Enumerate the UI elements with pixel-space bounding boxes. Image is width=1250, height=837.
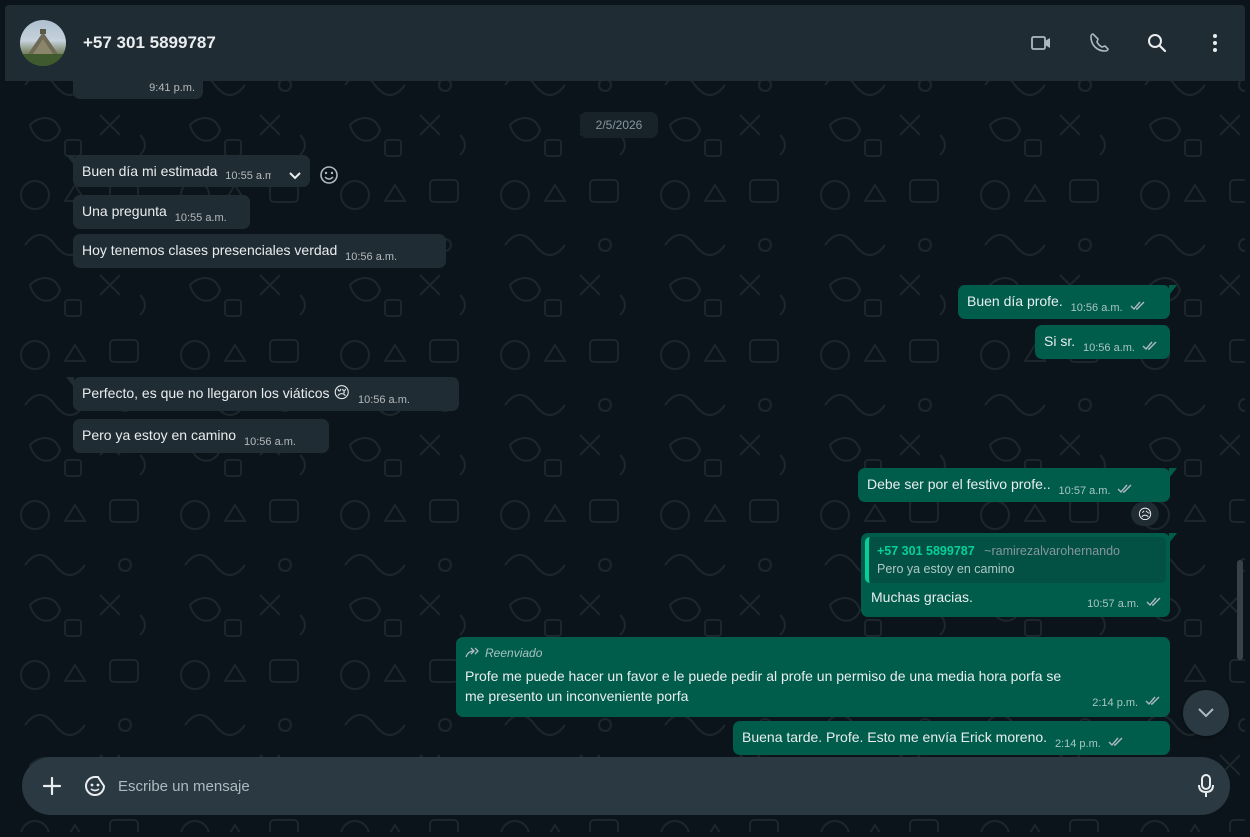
message-incoming[interactable]: Buen día mi estimada 10:55 a.m. <box>66 155 310 187</box>
message-text: Si sr. <box>1044 333 1076 349</box>
message-meta: 10:57 a.m. <box>1083 589 1162 611</box>
header-actions <box>1029 5 1227 81</box>
forwarded-label: Reenviado <box>465 643 1161 663</box>
avatar[interactable] <box>20 20 66 66</box>
message-text: Muchas gracias. <box>871 589 973 605</box>
message-time: 10:56 a.m. <box>357 394 410 406</box>
voice-call-icon[interactable] <box>1087 31 1111 55</box>
date-divider: 2/5/2026 <box>580 112 658 138</box>
scroll-to-bottom-button[interactable] <box>1183 690 1229 736</box>
message-text: Buena tarde. Profe. Esto me envía Erick … <box>742 729 1048 745</box>
quote-sender-username: ~ramirezalvarohernando <box>984 544 1120 558</box>
crying-emoji: 😢 <box>333 385 351 402</box>
message-time: 10:55 a.m. <box>174 212 227 224</box>
bubble-tail <box>66 155 74 165</box>
message-time: 10:56 a.m. <box>1083 342 1135 354</box>
message-text-line2: me presento un inconveniente porfa <box>465 688 689 704</box>
double-check-icon <box>1145 691 1161 711</box>
forward-icon <box>465 647 479 658</box>
message-outgoing[interactable]: Buen día profe. 10:56 a.m. <box>958 285 1177 319</box>
forwarded-text: Reenviado <box>485 646 543 660</box>
message-outgoing[interactable]: Si sr. 10:56 a.m. <box>1035 325 1170 359</box>
message-text: Pero ya estoy en camino <box>82 427 237 443</box>
message-time: 10:55 a.m. <box>225 170 272 182</box>
message-time: 9:41 p.m. <box>149 82 195 94</box>
reaction-badge[interactable]: 😥 <box>1131 502 1159 526</box>
double-check-icon <box>1117 479 1133 499</box>
message-outgoing-forwarded[interactable]: Reenviado Profe me puede hacer un favor … <box>456 637 1170 717</box>
chevron-down-icon[interactable] <box>288 166 302 186</box>
quote-text: Pero ya estoy en camino <box>877 562 1015 576</box>
message-incoming[interactable]: Hoy tenemos clases presenciales verdad 1… <box>73 234 446 268</box>
message-time: 2:14 p.m. <box>1092 697 1139 709</box>
plus-icon[interactable] <box>42 776 62 801</box>
message-incoming[interactable]: Perfecto, es que no llegaron los viático… <box>66 377 459 411</box>
message-time: 2:14 p.m. <box>1054 738 1101 750</box>
quote-header: +57 301 5899787 ~ramirezalvarohernando <box>877 542 1158 560</box>
double-check-icon <box>1142 336 1158 356</box>
menu-icon[interactable] <box>1203 31 1227 55</box>
reaction-emoji: 😥 <box>1137 505 1153 522</box>
message-incoming[interactable]: Pero ya estoy en camino 10:56 a.m. <box>73 419 329 453</box>
microphone-icon[interactable] <box>1196 773 1216 804</box>
bubble-tail <box>1169 285 1177 295</box>
message-time: 10:57 a.m. <box>1058 485 1111 497</box>
message-text: Debe ser por el festivo profe.. <box>867 476 1051 492</box>
message-meta: 2:14 p.m. <box>1088 691 1161 713</box>
message-time: 10:57 a.m. <box>1087 598 1140 610</box>
message-incoming[interactable]: Una pregunta 10:55 a.m. <box>73 195 250 229</box>
message-time: 10:56 a.m. <box>345 251 398 263</box>
double-check-icon <box>1130 296 1146 316</box>
message-text: Hoy tenemos clases presenciales verdad <box>82 242 338 258</box>
chat-window: +57 301 5899787 9:41 p.m. 2/5/2026 Buen … <box>5 5 1245 832</box>
message-time: 10:56 a.m. <box>243 436 296 448</box>
double-check-icon <box>1146 592 1162 612</box>
message-composer: Escribe un mensaje <box>22 757 1230 815</box>
message-text-line1: Profe me puede hacer un favor e le puede… <box>465 668 1062 684</box>
message-text: Una pregunta <box>82 203 167 219</box>
message-time: 10:56 a.m. <box>1070 302 1123 314</box>
bubble-tail <box>1169 468 1177 478</box>
message-text: Perfecto, es que no llegaron los viático… <box>82 385 330 401</box>
contact-name[interactable]: +57 301 5899787 <box>83 33 216 53</box>
message-text: Buen día mi estimada <box>82 163 218 179</box>
message-outgoing[interactable]: Buena tarde. Profe. Esto me envía Erick … <box>733 721 1170 755</box>
message-input[interactable]: Escribe un mensaje <box>118 778 250 795</box>
avatar-image <box>20 29 66 66</box>
scrollbar-thumb[interactable] <box>1237 560 1243 660</box>
video-call-icon[interactable] <box>1029 31 1053 55</box>
sticker-icon[interactable] <box>83 774 107 803</box>
message-text: Buen día profe. <box>967 293 1063 309</box>
smiley-icon[interactable] <box>319 165 339 190</box>
message-outgoing[interactable]: Debe ser por el festivo profe.. 10:57 a.… <box>858 468 1177 502</box>
double-check-icon <box>1108 732 1124 752</box>
quote-sender-number: +57 301 5899787 <box>877 544 975 558</box>
bubble-tail <box>1169 533 1177 543</box>
chat-header: +57 301 5899787 <box>5 5 1245 81</box>
chevron-down-icon <box>1198 708 1214 718</box>
quoted-message[interactable]: +57 301 5899787 ~ramirezalvarohernando P… <box>865 537 1166 583</box>
search-icon[interactable] <box>1145 31 1169 55</box>
message-outgoing-reply[interactable]: +57 301 5899787 ~ramirezalvarohernando P… <box>861 533 1177 617</box>
reply-body: Muchas gracias. 10:57 a.m. <box>865 583 1166 613</box>
bubble-tail <box>66 377 74 387</box>
